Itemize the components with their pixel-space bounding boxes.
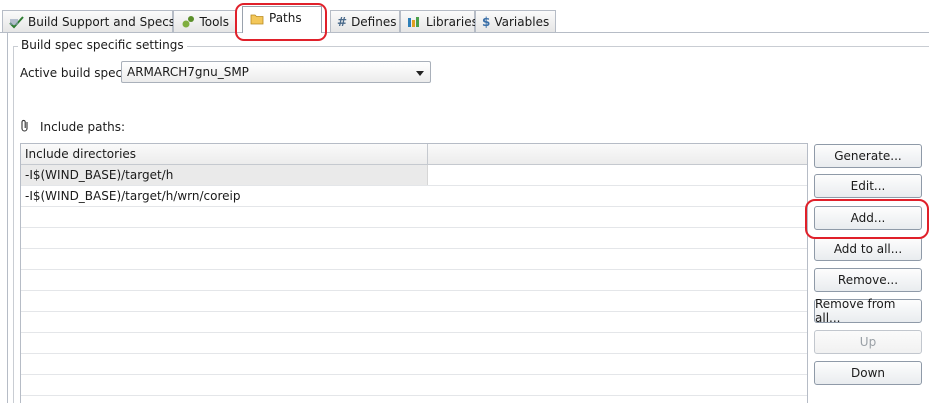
tab-label: Build Support and Specs	[28, 14, 176, 29]
build-spec-label: Active build spec:	[20, 66, 127, 80]
table-row-empty	[21, 312, 807, 333]
table-row[interactable]: -I$(WIND_BASE)/target/h/wrn/coreip	[21, 186, 807, 207]
paths-tab-highlight	[235, 3, 327, 41]
tab-build-support[interactable]: Build Support and Specs	[2, 10, 176, 32]
add-to-all-button[interactable]: Add to all...	[814, 237, 922, 261]
table-row-empty	[21, 291, 807, 312]
table-row-empty	[21, 249, 807, 270]
tools-icon	[180, 14, 195, 30]
tab-libraries[interactable]: Libraries	[400, 10, 478, 32]
table-header: Include directories	[21, 144, 807, 165]
dollar-icon: $	[482, 14, 491, 29]
hash-icon: #	[337, 14, 348, 29]
table-row-empty	[21, 270, 807, 291]
chevron-down-icon	[416, 71, 424, 76]
table-row-empty	[21, 228, 807, 249]
down-button[interactable]: Down	[814, 361, 922, 385]
tab-label: Defines	[351, 14, 397, 29]
tab-tools[interactable]: Tools	[173, 10, 236, 32]
table-row-empty	[21, 354, 807, 375]
table-row-empty	[21, 375, 807, 396]
tab-bar: Build Support and Specs Tools Paths # De…	[0, 0, 929, 33]
remove-from-all-button[interactable]: Remove from all...	[814, 297, 922, 325]
edit-button[interactable]: Edit...	[814, 174, 922, 198]
paperclip-icon	[20, 119, 36, 135]
tab-label: Variables	[494, 14, 550, 29]
table-cell: -I$(WIND_BASE)/target/h/wrn/coreip	[25, 189, 241, 203]
tab-variables[interactable]: $ Variables	[475, 10, 556, 32]
add-button-highlight	[805, 199, 929, 239]
table-row-empty	[21, 396, 807, 403]
table-row-empty	[21, 333, 807, 354]
table-row-empty	[21, 207, 807, 228]
table-row[interactable]: -I$(WIND_BASE)/target/h	[21, 165, 807, 186]
tab-label: Tools	[199, 14, 229, 29]
include-paths-heading: Include paths:	[20, 119, 125, 135]
libraries-icon	[407, 14, 422, 30]
up-button[interactable]: Up	[814, 330, 922, 354]
table-cell: -I$(WIND_BASE)/target/h	[21, 165, 428, 185]
remove-button[interactable]: Remove...	[814, 268, 922, 292]
column-header-include-directories[interactable]: Include directories	[21, 144, 428, 164]
panel-border	[7, 33, 8, 403]
build-spec-value: ARMARCH7gnu_SMP	[127, 65, 249, 79]
include-directories-table[interactable]: Include directories -I$(WIND_BASE)/targe…	[20, 143, 808, 403]
build-support-icon	[9, 14, 24, 30]
tab-defines[interactable]: # Defines	[330, 10, 400, 32]
include-paths-label: Include paths:	[40, 120, 126, 134]
group-title: Build spec specific settings	[18, 38, 187, 52]
build-spec-combo[interactable]: ARMARCH7gnu_SMP	[121, 61, 431, 83]
column-header-empty	[428, 144, 807, 164]
tab-divider	[0, 32, 929, 33]
generate-button[interactable]: Generate...	[814, 144, 922, 168]
tab-label: Libraries	[426, 14, 478, 29]
